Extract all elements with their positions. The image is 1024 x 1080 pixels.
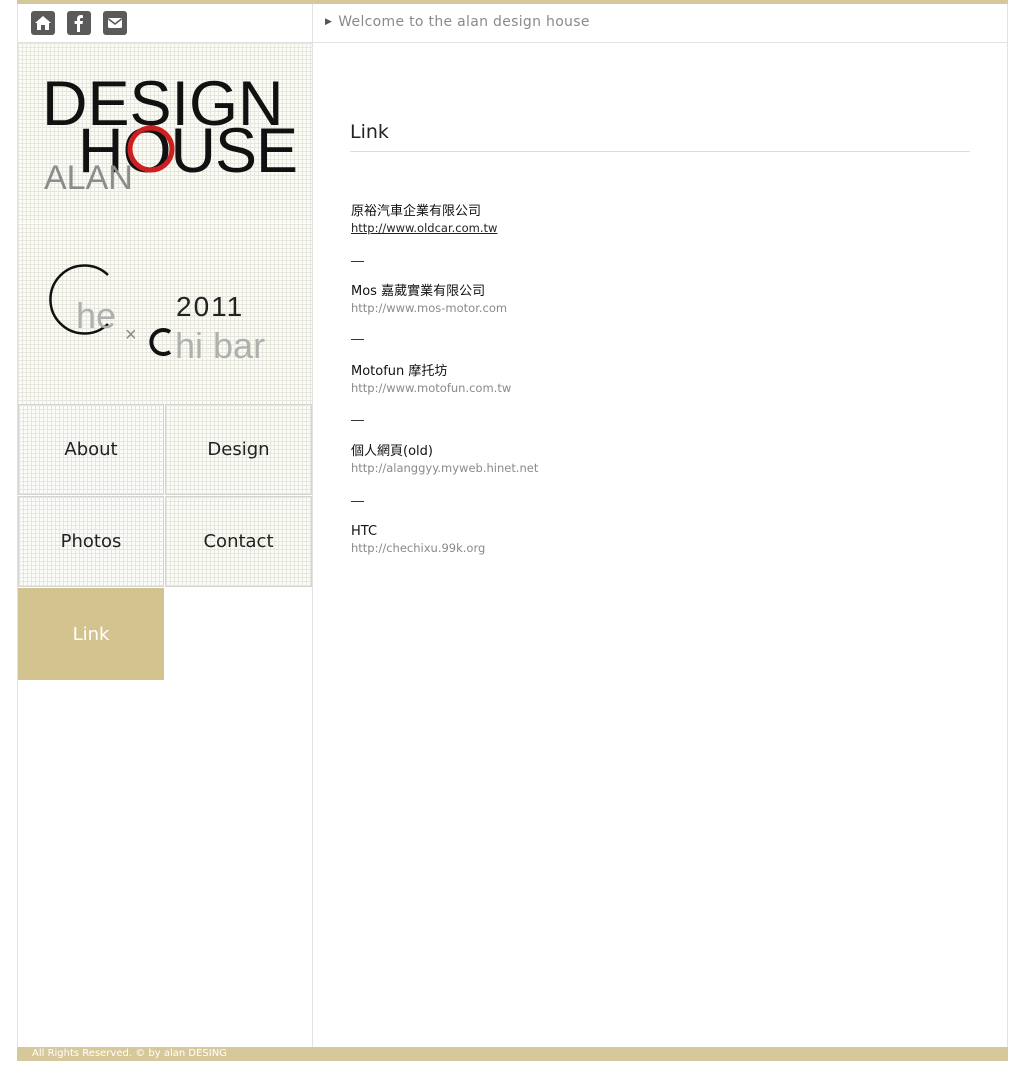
nav-link-label: Link xyxy=(72,623,110,645)
social-icons xyxy=(31,11,127,35)
nav-photos-label: Photos xyxy=(60,531,122,552)
che-chi-banner[interactable]: he × 2011 hi bar xyxy=(18,224,312,404)
page-title: Link xyxy=(350,121,389,143)
link-url[interactable]: http://www.mos-motor.com xyxy=(351,300,507,317)
column-divider xyxy=(312,4,313,1047)
nav-about-label: About xyxy=(64,439,118,460)
link-url[interactable]: http://chechixu.99k.org xyxy=(351,540,485,557)
link-separator xyxy=(351,339,364,340)
nav-photos[interactable]: Photos xyxy=(18,496,164,587)
title-rule xyxy=(350,151,970,152)
welcome-message: ▶ Welcome to the alan design house xyxy=(325,14,590,30)
link-url[interactable]: http://www.motofun.com.tw xyxy=(351,380,511,397)
link-separator xyxy=(351,261,364,262)
link-item: Mos 嘉葳實業有限公司 http://www.mos-motor.com xyxy=(351,283,507,317)
link-name: 個人網頁(old) xyxy=(351,444,433,459)
mail-icon[interactable] xyxy=(103,11,127,35)
che-chi-logo: he × 2011 hi bar xyxy=(49,264,265,366)
banner-che: he xyxy=(76,295,116,336)
link-name: HTC xyxy=(351,524,378,539)
link-item: HTC http://chechixu.99k.org xyxy=(351,523,485,557)
banner-x: × xyxy=(125,324,137,346)
link-url[interactable]: http://www.oldcar.com.tw xyxy=(351,220,497,237)
banner-chi: hi bar xyxy=(175,325,265,366)
triangle-icon: ▶ xyxy=(325,17,333,27)
link-url[interactable]: http://alanggyy.myweb.hinet.net xyxy=(351,460,538,477)
banner-year: 2011 xyxy=(176,291,244,322)
logo-block[interactable]: DESIGN HOUSE ALAN xyxy=(18,43,312,223)
link-name: Mos 嘉葳實業有限公司 xyxy=(351,284,486,299)
nav-contact-label: Contact xyxy=(203,531,274,552)
link-name: 原裕汽車企業有限公司 xyxy=(351,204,482,219)
link-separator xyxy=(351,420,364,421)
nav-contact[interactable]: Contact xyxy=(165,496,312,587)
link-item: Motofun 摩托坊 http://www.motofun.com.tw xyxy=(351,363,511,397)
nav-design[interactable]: Design xyxy=(165,404,312,495)
design-house-logo: DESIGN HOUSE ALAN xyxy=(42,69,298,197)
nav-link[interactable]: Link xyxy=(18,588,164,680)
footer-copyright: All Rights Reserved. © by alan DESING xyxy=(32,1048,227,1059)
welcome-text: Welcome to the alan design house xyxy=(338,14,590,30)
nav-design-label: Design xyxy=(207,439,270,460)
facebook-icon[interactable] xyxy=(67,11,91,35)
link-name: Motofun 摩托坊 xyxy=(351,364,448,379)
nav-about[interactable]: About xyxy=(18,404,164,495)
link-item: 原裕汽車企業有限公司 http://www.oldcar.com.tw xyxy=(351,203,497,237)
banner-c2-arc xyxy=(149,328,172,356)
link-separator xyxy=(351,501,364,502)
logo-name: ALAN xyxy=(44,159,133,197)
home-icon[interactable] xyxy=(31,11,55,35)
link-item: 個人網頁(old) http://alanggyy.myweb.hinet.ne… xyxy=(351,443,538,477)
